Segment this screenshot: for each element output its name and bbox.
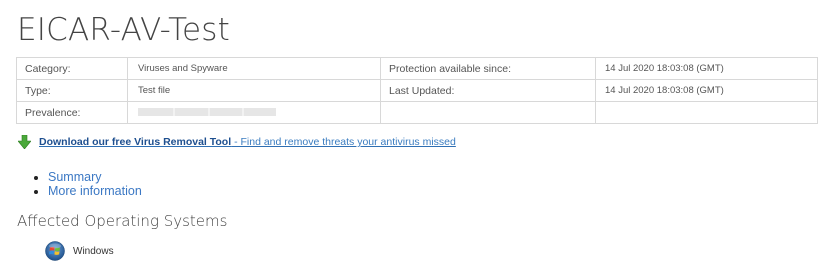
- download-removal-tool: Download our free Virus Removal Tool - F…: [17, 134, 456, 150]
- prevalence-value: [127, 101, 381, 124]
- summary-link[interactable]: Summary: [48, 170, 101, 184]
- download-removal-tool-link[interactable]: Download our free Virus Removal Tool - F…: [39, 136, 456, 148]
- affected-os-heading: Affected Operating Systems: [17, 212, 228, 230]
- empty-cell: [380, 101, 596, 124]
- last-updated-label: Last Updated:: [380, 79, 596, 102]
- windows-logo-icon: [45, 241, 65, 261]
- more-information-link[interactable]: More information: [48, 184, 142, 198]
- table-row: Type: Test file Last Updated: 14 Jul 202…: [16, 79, 818, 102]
- list-item: More information: [48, 184, 142, 198]
- type-label: Type:: [16, 79, 128, 102]
- list-item: Summary: [48, 170, 142, 184]
- empty-cell: [595, 101, 818, 124]
- green-down-arrow-icon: [17, 134, 32, 150]
- category-value: Viruses and Spyware: [127, 57, 381, 80]
- type-value: Test file: [127, 79, 381, 102]
- os-item-windows: Windows: [45, 241, 114, 261]
- category-label: Category:: [16, 57, 128, 80]
- table-row: Prevalence:: [16, 101, 818, 124]
- protection-since-label: Protection available since:: [380, 57, 596, 80]
- os-name: Windows: [73, 245, 114, 257]
- threat-info-table: Category: Viruses and Spyware Protection…: [16, 57, 818, 124]
- protection-since-value: 14 Jul 2020 18:03:08 (GMT): [595, 57, 818, 80]
- section-links: Summary More information: [34, 170, 142, 198]
- last-updated-value: 14 Jul 2020 18:03:08 (GMT): [595, 79, 818, 102]
- table-row: Category: Viruses and Spyware Protection…: [16, 57, 818, 80]
- prevalence-bar: [138, 108, 276, 117]
- page-title: EICAR-AV-Test: [17, 12, 230, 48]
- prevalence-label: Prevalence:: [16, 101, 128, 124]
